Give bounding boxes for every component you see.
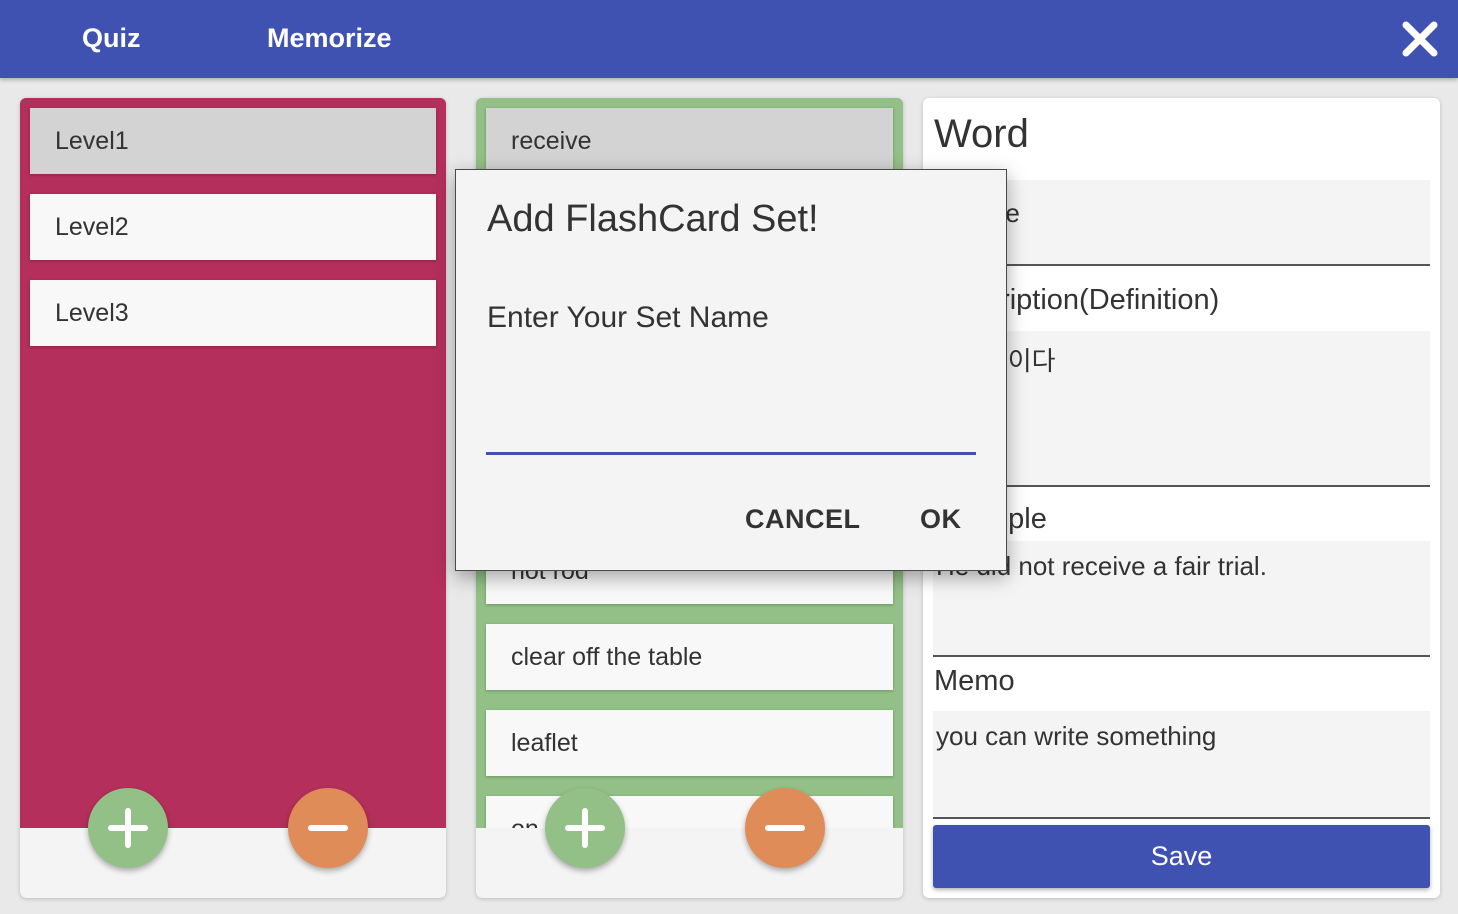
- card-item-leaflet[interactable]: leaflet: [486, 710, 893, 776]
- memo-label: Memo: [934, 665, 1015, 697]
- close-button[interactable]: [1400, 19, 1440, 59]
- add-card-button[interactable]: [545, 788, 625, 868]
- example-field[interactable]: He did not receive a fair trial.: [933, 541, 1430, 657]
- plus-icon: [565, 808, 605, 848]
- set-item-level2[interactable]: Level2: [30, 194, 436, 260]
- minus-icon: [765, 825, 805, 831]
- close-x-icon: [1402, 21, 1438, 57]
- remove-card-button[interactable]: [745, 788, 825, 868]
- set-item-level3[interactable]: Level3: [30, 280, 436, 346]
- save-button[interactable]: Save: [933, 825, 1430, 888]
- remove-set-button[interactable]: [288, 788, 368, 868]
- flashcard-sets-panel: Level1 Level2 Level3: [20, 98, 446, 898]
- top-app-bar: Quiz Memorize: [0, 0, 1458, 78]
- sets-panel-footer: [20, 828, 446, 898]
- word-field[interactable]: receive: [933, 180, 1430, 266]
- set-name-input[interactable]: [486, 410, 976, 455]
- ok-button[interactable]: OK: [920, 504, 962, 535]
- description-field[interactable]: 받아들이다: [933, 331, 1430, 487]
- word-label: Word: [934, 112, 1029, 156]
- add-set-button[interactable]: [88, 788, 168, 868]
- minus-icon: [308, 825, 348, 831]
- tab-quiz[interactable]: Quiz: [82, 20, 141, 56]
- card-item-clear-off-the-table[interactable]: clear off the table: [486, 624, 893, 690]
- plus-icon: [108, 808, 148, 848]
- cancel-button[interactable]: CANCEL: [745, 504, 861, 535]
- tab-memorize[interactable]: Memorize: [267, 20, 392, 56]
- dialog-title: Add FlashCard Set!: [487, 198, 819, 240]
- card-item-receive[interactable]: receive: [486, 108, 893, 174]
- add-set-dialog: Add FlashCard Set! Enter Your Set Name C…: [455, 169, 1007, 571]
- memo-field[interactable]: you can write something: [933, 711, 1430, 819]
- set-item-level1[interactable]: Level1: [30, 108, 436, 174]
- dialog-prompt: Enter Your Set Name: [487, 301, 769, 334]
- cards-panel-footer: [476, 828, 903, 898]
